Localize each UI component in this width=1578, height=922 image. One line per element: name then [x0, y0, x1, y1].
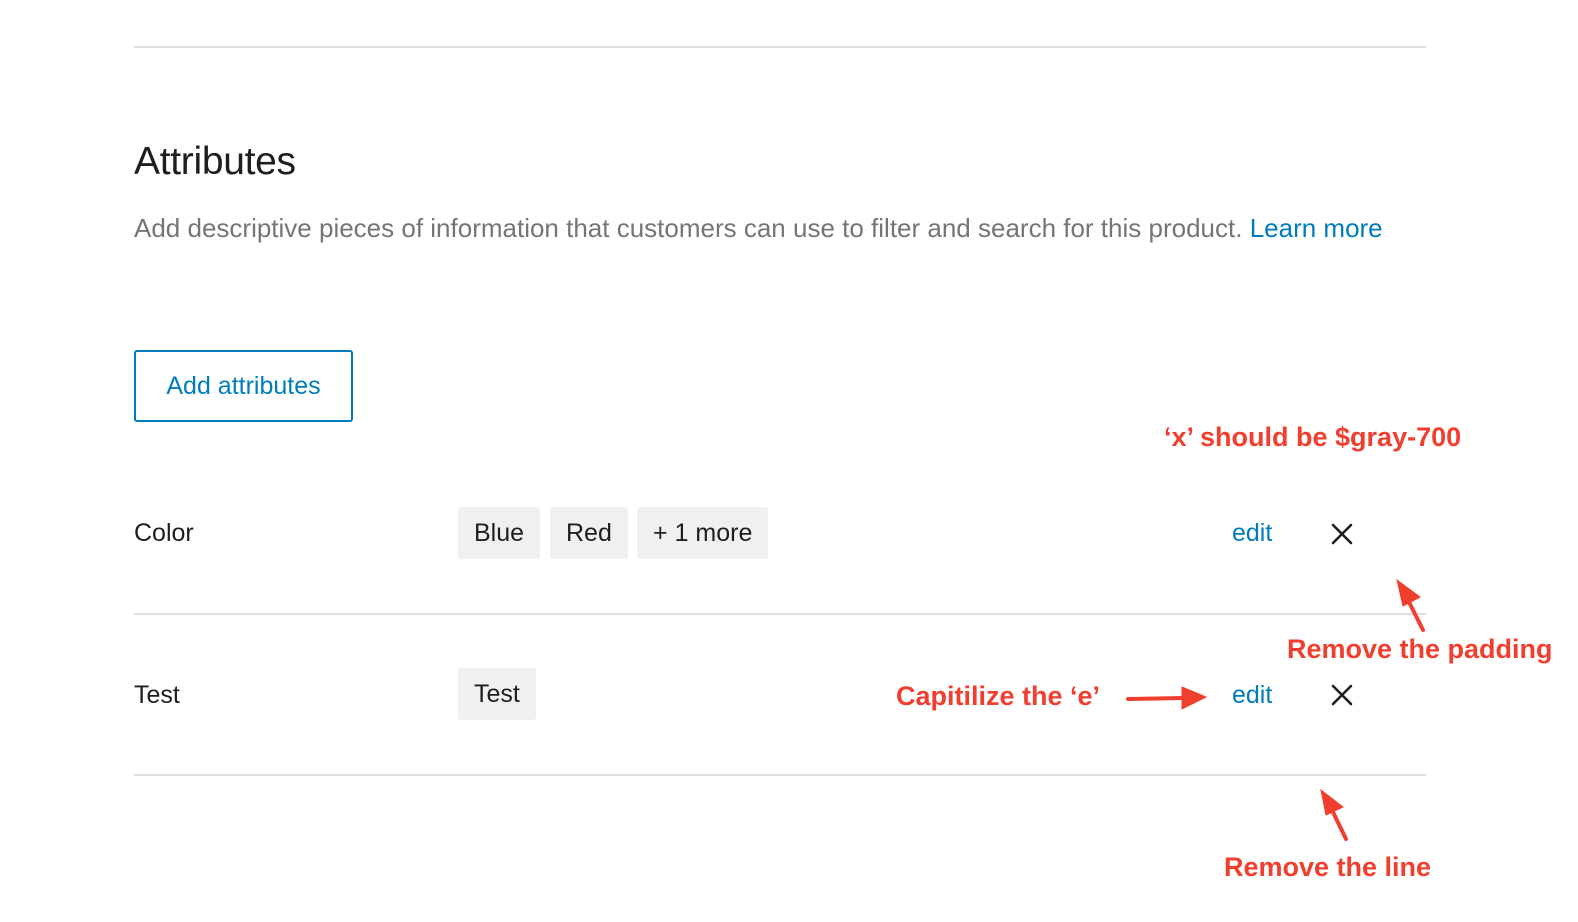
arrow-head — [1181, 686, 1208, 710]
arrow-shaft — [1406, 598, 1425, 632]
annotation-arrows — [1126, 578, 1425, 841]
arrow-head — [1396, 578, 1421, 607]
arrow-head — [1320, 788, 1344, 816]
arrow-shaft — [1330, 808, 1348, 841]
arrow-shaft — [1126, 696, 1185, 701]
